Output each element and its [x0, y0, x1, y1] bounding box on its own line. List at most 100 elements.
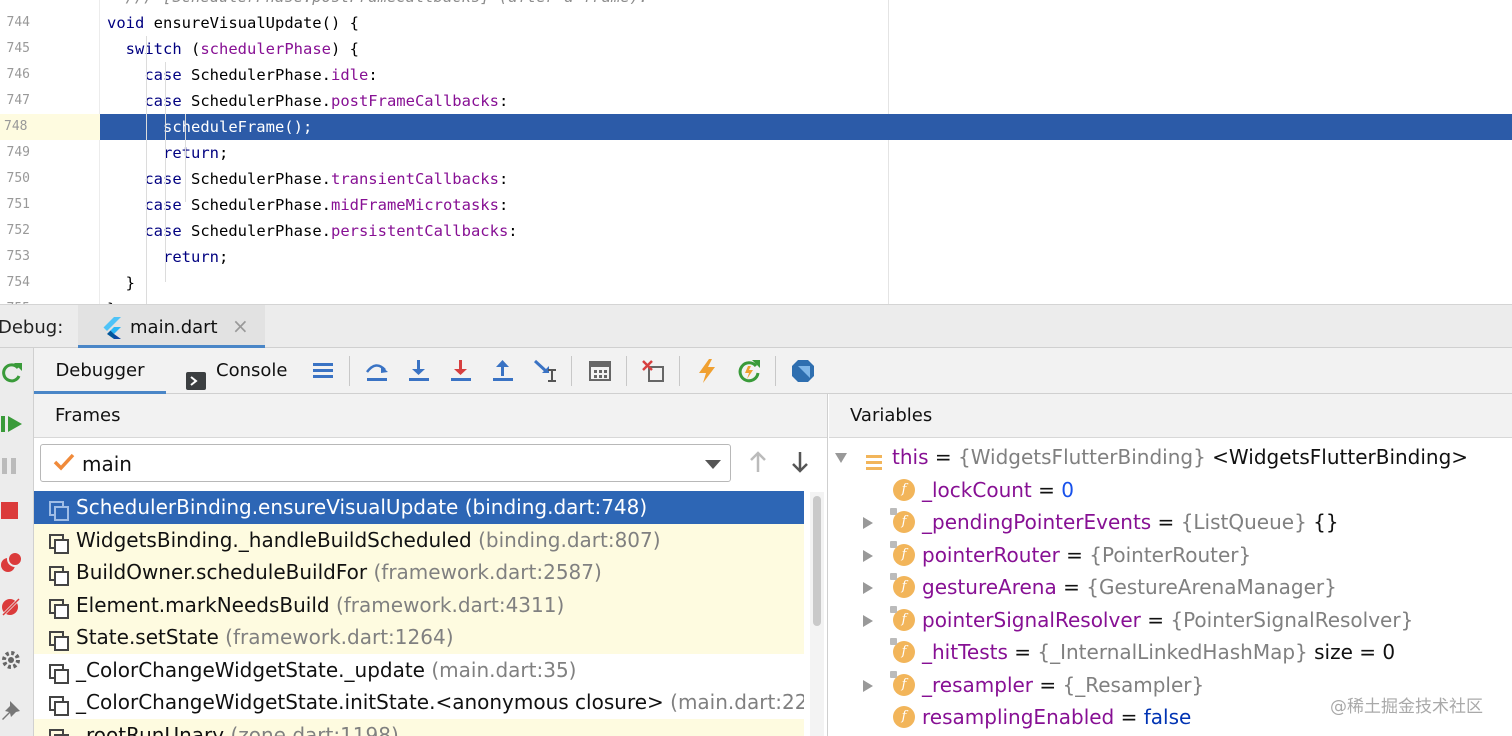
line-number: 748	[0, 114, 100, 140]
code-token: :	[498, 170, 509, 188]
frame-location: (binding.dart:807)	[478, 527, 661, 552]
tab-label: main.dart	[130, 317, 218, 338]
previous-frame-arrow-icon[interactable]	[748, 450, 768, 478]
indent-guide	[165, 62, 166, 282]
step-over-icon[interactable]	[364, 358, 390, 384]
step-into-icon[interactable]	[406, 358, 432, 384]
debug-session-tab[interactable]: main.dart ×	[78, 305, 265, 349]
stop-icon[interactable]	[0, 498, 24, 522]
line-number: 755	[0, 296, 30, 304]
code-line: 751 case SchedulerPhase.midFrameMicrotas…	[0, 192, 1512, 218]
code-text: return;	[107, 140, 228, 166]
frame-method-name: WidgetsBinding._handleBuildScheduled	[76, 527, 479, 552]
variable-type: {PointerSignalResolver}	[1170, 607, 1414, 632]
expanded-arrow-icon[interactable]	[835, 453, 847, 463]
collapsed-arrow-icon[interactable]	[863, 679, 873, 692]
drop-frame-icon[interactable]	[640, 358, 666, 384]
code-line: 753 return;	[0, 244, 1512, 270]
variable-row[interactable]: f pointerRouter = {PointerRouter}	[829, 539, 1512, 572]
step-out-icon[interactable]	[490, 358, 516, 384]
variable-row[interactable]: this = {WidgetsFlutterBinding} <WidgetsF…	[829, 441, 1512, 474]
show-execution-point-icon[interactable]	[310, 358, 336, 384]
code-token: void	[107, 14, 154, 32]
collapsed-arrow-icon[interactable]	[863, 549, 873, 562]
thread-selector[interactable]: main	[40, 444, 731, 482]
variable-row[interactable]: f gestureArena = {GestureArenaManager}	[829, 571, 1512, 604]
line-number: 752	[6, 223, 30, 238]
code-text: void ensureVisualUpdate() {	[107, 10, 359, 36]
variable-type: {_Resampler}	[1062, 672, 1205, 697]
code-token: ensureVisualUpdate() {	[153, 14, 359, 32]
settings-icon[interactable]	[0, 648, 24, 672]
variable-row[interactable]: f _lockCount = 0	[829, 474, 1512, 507]
line-number: 743	[0, 0, 30, 10]
frame-row[interactable]: WidgetsBinding._handleBuildScheduled (bi…	[34, 523, 804, 556]
variable-text: this = {WidgetsFlutterBinding} <WidgetsF…	[892, 441, 1468, 473]
code-editor[interactable]: 743 /// [SchedulerPhase.postFrameCallbac…	[0, 0, 1512, 304]
field-icon: f	[893, 706, 915, 728]
variable-name: this	[892, 445, 929, 469]
chevron-down-icon	[705, 460, 721, 469]
frames-scrollbar[interactable]	[810, 492, 824, 736]
frame-row[interactable]: State.setState (framework.dart:1264)	[34, 621, 804, 654]
code-line: 743 /// [SchedulerPhase.postFrameCallbac…	[0, 0, 1512, 10]
pause-icon[interactable]	[0, 454, 24, 478]
variable-row[interactable]: f pointerSignalResolver = {PointerSignalR…	[829, 604, 1512, 637]
equals-sign: =	[1114, 705, 1144, 729]
mute-breakpoints-icon[interactable]	[0, 594, 24, 618]
frame-location: (main.dart:35)	[431, 657, 577, 682]
debug-side-toolstrip	[0, 348, 34, 736]
evaluate-expression-icon[interactable]	[587, 358, 613, 384]
frame-row[interactable]: SchedulerBinding.ensureVisualUpdate (bin…	[34, 491, 804, 524]
code-token: midFrameMicrotasks	[330, 196, 499, 214]
code-token: SchedulerPhase.	[191, 92, 331, 110]
frames-panel: Frames main SchedulerBinding.ensureVisua…	[34, 394, 828, 736]
frame-row[interactable]: _rootRunUnary (zone.dart:1198)	[34, 718, 804, 736]
collapsed-arrow-icon[interactable]	[863, 582, 873, 594]
next-frame-arrow-icon[interactable]	[790, 450, 810, 478]
run-to-cursor-icon[interactable]	[532, 358, 558, 384]
view-breakpoints-icon[interactable]	[0, 550, 24, 574]
code-line: 750 case SchedulerPhase.transientCallbac…	[0, 166, 1512, 192]
force-step-into-icon[interactable]	[448, 358, 474, 384]
hot-reload-icon[interactable]	[694, 358, 720, 384]
stack-frame-icon	[49, 628, 69, 654]
variables-title: Variables	[850, 405, 933, 426]
dart-devtools-icon[interactable]	[790, 358, 816, 384]
console-tab-label: Console	[216, 360, 288, 381]
variable-text: _pendingPointerEvents = {ListQueue} {}	[922, 506, 1339, 538]
variable-type: {GestureArenaManager}	[1086, 575, 1337, 599]
frame-row[interactable]: _ColorChangeWidgetState._update (main.da…	[34, 654, 804, 687]
toolbar-separator	[571, 356, 572, 386]
scrollbar-thumb[interactable]	[813, 496, 821, 626]
code-line: 749 return;	[0, 140, 1512, 166]
frame-row[interactable]: Element.markNeedsBuild (framework.dart:4…	[34, 588, 804, 621]
field-icon: f	[890, 605, 915, 631]
variable-row[interactable]: f _hitTests = {_InternalLinkedHashMap} si…	[829, 636, 1512, 669]
close-tab-icon[interactable]: ×	[232, 314, 249, 338]
hot-restart-icon[interactable]	[736, 358, 762, 384]
resume-icon[interactable]	[0, 412, 24, 436]
frame-method-name: BuildOwner.scheduleBuildFor	[76, 560, 374, 584]
frame-location: (main.dart:22)	[670, 690, 804, 714]
pin-icon[interactable]	[0, 698, 24, 722]
frame-row[interactable]: BuildOwner.scheduleBuildFor (framework.d…	[34, 556, 804, 589]
variable-row[interactable]: f _pendingPointerEvents = {ListQueue} {}	[829, 506, 1512, 539]
rerun-icon[interactable]	[0, 360, 24, 384]
tab-console[interactable]: Console	[184, 348, 304, 394]
thread-name: main	[82, 452, 132, 476]
frame-row[interactable]: _ColorChangeWidgetState.initState.<anony…	[34, 686, 804, 719]
collapsed-arrow-icon[interactable]	[863, 614, 873, 627]
code-line: 752 case SchedulerPhase.persistentCallba…	[0, 218, 1512, 244]
variable-name: pointerRouter	[922, 542, 1060, 567]
code-token: ;	[218, 144, 229, 162]
code-token: return	[107, 144, 219, 162]
line-number: 750	[6, 171, 30, 186]
frame-method: WidgetsBinding._handleBuildScheduled (bi…	[76, 524, 661, 556]
frame-location: (framework.dart:2587)	[373, 560, 602, 584]
variable-type: {ListQueue}	[1180, 510, 1307, 534]
toolbar-separator	[679, 356, 680, 386]
tab-debugger[interactable]: Debugger	[34, 348, 166, 394]
variable-type: {PointerRouter}	[1089, 542, 1252, 567]
collapsed-arrow-icon[interactable]	[863, 517, 873, 529]
